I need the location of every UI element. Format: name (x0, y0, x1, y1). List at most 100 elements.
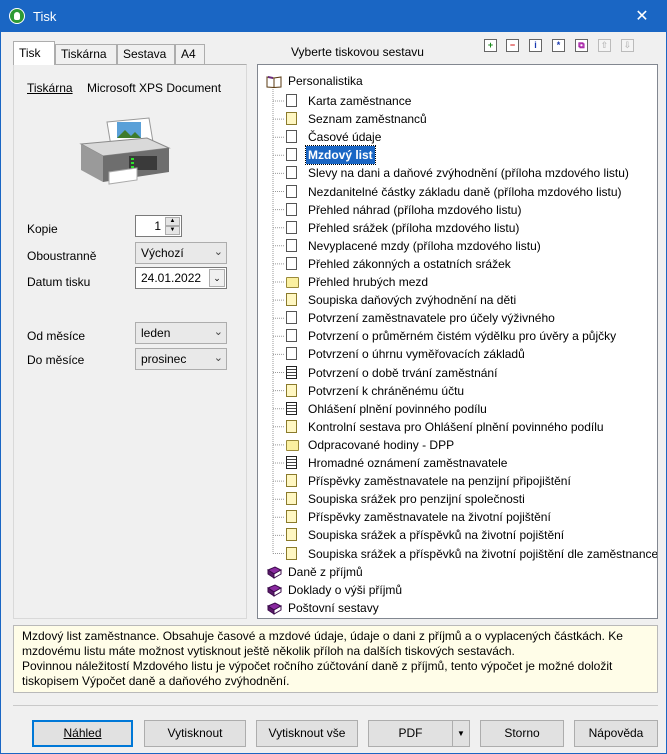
document-icon (286, 148, 297, 162)
move-up-icon[interactable]: ⇧ (598, 39, 611, 52)
document-icon (286, 492, 297, 506)
help-button[interactable]: Nápověda (574, 720, 658, 747)
report-tree[interactable]: Personalistika Karta zaměstnance Seznam z… (257, 64, 658, 619)
print-all-button[interactable]: Vytisknout vše (256, 720, 358, 747)
add-icon[interactable]: + (484, 39, 497, 52)
document-icon (286, 365, 297, 379)
duplex-label: Oboustranně (27, 249, 97, 263)
pdf-button[interactable]: PDF ▼ (368, 720, 470, 747)
star-icon[interactable]: * (552, 39, 565, 52)
tree-item-label: Odpracované hodiny - DPP (308, 437, 455, 452)
preview-button-label: Náhled (63, 726, 102, 740)
document-icon (286, 130, 297, 144)
duplex-select[interactable]: Výchozí ⌄ (135, 242, 227, 264)
move-down-icon[interactable]: ⇩ (621, 39, 634, 52)
cancel-button[interactable]: Storno (480, 720, 564, 747)
print-button[interactable]: Vytisknout (144, 720, 246, 747)
tree-item-label: Ohlášení plnění povinného podílu (308, 401, 487, 416)
open-book-icon (266, 76, 282, 88)
tab-sestava[interactable]: Sestava (117, 44, 175, 64)
printer-link[interactable]: Tiskárna (27, 81, 73, 95)
tree-item-label: Seznam zaměstnanců (308, 112, 427, 127)
document-icon (286, 456, 297, 469)
document-icon (286, 347, 297, 361)
to-month-label: Do měsíce (27, 353, 85, 367)
print-date-label: Datum tisku (27, 275, 91, 289)
report-tree-heading: Vyberte tiskovou sestavu (291, 45, 424, 59)
divider (13, 705, 658, 706)
title-bar: Tisk ✕ (1, 1, 666, 32)
printer-name: Microsoft XPS Document (87, 81, 222, 95)
book-icon (266, 566, 282, 579)
printer-icon (79, 117, 171, 185)
tree-item-label: Karta zaměstnance (308, 94, 412, 108)
tree-item-label: Potvrzení zaměstnavatele pro účely výživ… (308, 311, 555, 326)
document-icon (286, 383, 297, 397)
tree-item-label: Hromadné oznámení zaměstnavatele (308, 456, 508, 470)
chevron-down-icon[interactable]: ⌄ (209, 269, 225, 287)
window-title: Tisk (33, 9, 57, 24)
document-icon (286, 202, 297, 216)
document-icon (286, 220, 297, 234)
tree-item-label: Soupiska daňových zvýhodnění na děti (308, 293, 517, 308)
copies-stepper[interactable]: 1 ▲ ▼ (135, 215, 182, 237)
tree-item-label: Nevyplacené mzdy (příloha mzdového listu… (308, 238, 541, 253)
tree-item-label: Přehled náhrad (příloha mzdového listu) (308, 202, 522, 217)
tree-item-label: Slevy na dani a daňové zvýhodnění (přílo… (308, 166, 629, 181)
tab-tisk[interactable]: Tisk (13, 41, 55, 65)
document-icon (286, 256, 297, 270)
tree-item-label: Kontrolní sestava pro Ohlášení plnění po… (308, 419, 604, 434)
copy-icon[interactable]: ⧉ (575, 39, 588, 52)
document-icon (286, 419, 297, 433)
tree-item-label: Soupiska srážek pro penzijní společnosti (308, 492, 525, 507)
tree-item-label: Mzdový list (305, 145, 376, 166)
tree-item-label: Přehled srážek (příloha mzdového listu) (308, 220, 520, 235)
tree-item-label: Potvrzení k chráněnému účtu (308, 383, 465, 398)
report-description: Mzdový list zaměstnance. Obsahuje časové… (13, 625, 658, 693)
info-icon[interactable]: i (529, 39, 542, 52)
document-icon (286, 293, 297, 307)
tree-item-label: Nezdanitelné částky základu daně (příloh… (308, 184, 622, 199)
duplex-value: Výchozí (141, 246, 184, 260)
tree-item-label: Přehled hrubých mezd (308, 275, 429, 289)
document-icon (286, 401, 297, 415)
from-month-label: Od měsíce (27, 329, 86, 343)
tree-item-label: Potvrzení o úhrnu vyměřovacích základů (308, 347, 525, 362)
description-line1: Mzdový list zaměstnance. Obsahuje časové… (22, 629, 623, 658)
tree-item-label: Časové údaje (308, 130, 382, 145)
book-icon (266, 584, 282, 597)
document-icon (286, 112, 297, 126)
tree-node-label: Poštovní sestavy (288, 600, 379, 615)
description-line2: Povinnou náležitostí Mzdového listu je v… (22, 659, 613, 688)
print-date-value: 24.01.2022 (141, 271, 202, 285)
remove-icon[interactable]: − (506, 39, 519, 52)
folder-icon (286, 277, 299, 288)
print-date-picker[interactable]: 24.01.2022 ⌄ (135, 267, 227, 289)
from-month-select[interactable]: leden ⌄ (135, 322, 227, 344)
document-icon (286, 238, 297, 252)
chevron-down-icon[interactable]: ▼ (165, 226, 180, 235)
document-icon (286, 329, 297, 343)
tree-node-label: Daně z příjmů (288, 564, 363, 579)
document-icon (286, 166, 297, 180)
print-dialog: Tisk ✕ Tisk Tiskárna Sestava A4 Tiskárna… (0, 0, 667, 754)
document-icon (286, 311, 297, 325)
tree-node-label: Personalistika (288, 74, 363, 88)
tree-item-label: Přehled zákonných a ostatních srážek (308, 256, 511, 271)
close-button[interactable]: ✕ (622, 1, 662, 32)
chevron-down-icon: ⌄ (213, 352, 223, 364)
tree-item-label: Potvrzení o době trvání zaměstnání (308, 365, 498, 380)
book-icon (266, 602, 282, 615)
to-month-value: prosinec (141, 352, 187, 366)
folder-icon (286, 439, 299, 451)
preview-button[interactable]: Náhled (32, 720, 133, 747)
tree-item-label: Potvrzení o průměrném čistém výdělku pro… (308, 329, 617, 344)
tab-a4[interactable]: A4 (175, 44, 205, 64)
to-month-select[interactable]: prosinec ⌄ (135, 348, 227, 370)
pdf-button-label: PDF (398, 726, 423, 740)
document-icon (286, 546, 297, 560)
chevron-up-icon[interactable]: ▲ (165, 217, 180, 226)
from-month-value: leden (141, 326, 171, 340)
chevron-down-icon[interactable]: ▼ (452, 721, 469, 746)
tab-tiskarna[interactable]: Tiskárna (55, 44, 117, 64)
